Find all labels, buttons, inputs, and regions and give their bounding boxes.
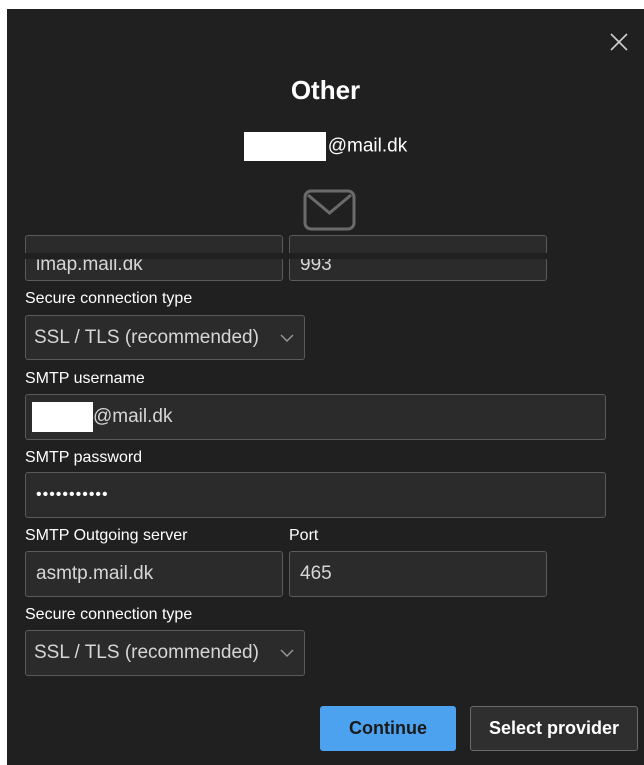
- close-icon[interactable]: [608, 31, 630, 53]
- incoming-secure-label: Secure connection type: [25, 290, 193, 307]
- smtp-server-value: asmtp.mail.dk: [36, 563, 154, 584]
- account-email-domain: @mail.dk: [327, 135, 408, 157]
- smtp-username-label: SMTP username: [25, 370, 145, 387]
- smtp-password-label: SMTP password: [25, 449, 143, 466]
- smtp-password-input[interactable]: •••••••••••: [25, 472, 606, 518]
- chevron-down-icon: [280, 649, 294, 657]
- continue-button[interactable]: Continue: [320, 706, 456, 751]
- smtp-secure-select[interactable]: SSL / TLS (recommended): [25, 630, 305, 676]
- dialog-title: Other: [290, 75, 361, 105]
- smtp-username-value: @mail.dk: [93, 406, 173, 427]
- smtp-username-input[interactable]: @mail.dk: [25, 394, 606, 440]
- smtp-server-label: SMTP Outgoing server: [25, 527, 188, 544]
- smtp-server-input[interactable]: asmtp.mail.dk: [25, 551, 283, 597]
- account-email: @mail.dk: [7, 132, 644, 161]
- scroll-clip-edge: [7, 253, 644, 259]
- account-setup-dialog: Other @mail.dk imap.mail.dk 993 Secure c…: [7, 9, 644, 765]
- smtp-port-value: 465: [300, 563, 332, 584]
- mail-envelope-icon: [303, 189, 356, 231]
- redacted-username: [32, 402, 93, 432]
- chevron-down-icon: [280, 334, 294, 342]
- smtp-port-label: Port: [289, 527, 319, 544]
- smtp-password-value: •••••••••••: [36, 486, 109, 503]
- incoming-secure-select[interactable]: SSL / TLS (recommended): [25, 315, 305, 360]
- smtp-secure-label: Secure connection type: [25, 606, 193, 623]
- incoming-secure-value: SSL / TLS (recommended): [34, 326, 259, 348]
- select-provider-button[interactable]: Select provider: [470, 706, 638, 751]
- smtp-secure-value: SSL / TLS (recommended): [34, 642, 259, 663]
- redacted-username: [243, 132, 326, 161]
- smtp-port-input[interactable]: 465: [289, 551, 547, 597]
